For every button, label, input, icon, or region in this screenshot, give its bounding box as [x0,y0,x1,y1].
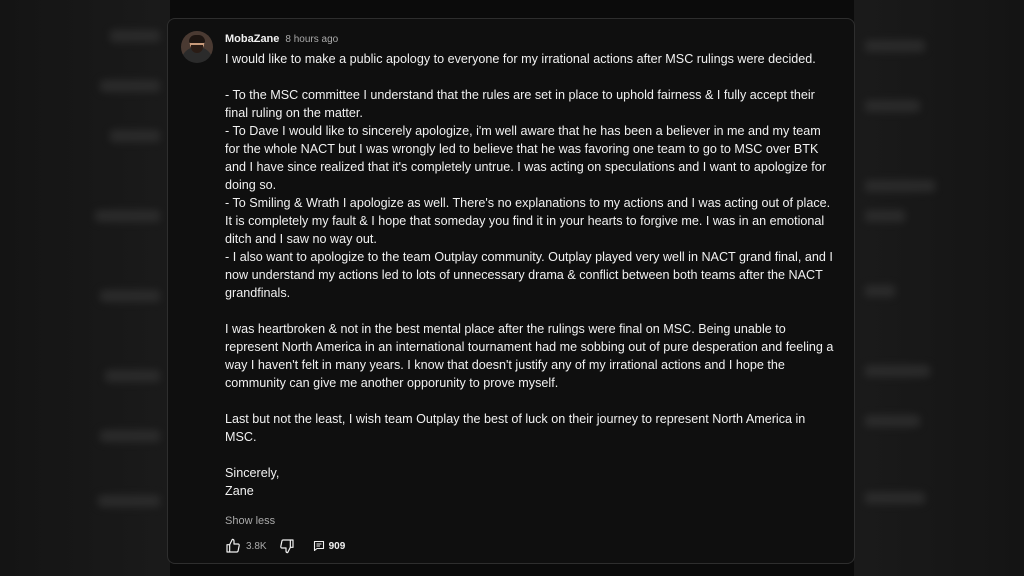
blurred-text [865,40,925,52]
blurred-text [100,290,160,302]
blurred-text [110,30,160,42]
blurred-text [105,370,160,382]
avatar-hair [189,35,205,43]
comment-paragraph: Last but not the least, I wish team Outp… [225,412,806,444]
comment-timestamp[interactable]: 8 hours ago [285,34,338,45]
like-button[interactable] [225,538,241,554]
avatar[interactable] [181,31,213,63]
blurred-text [95,210,160,222]
show-less-button[interactable]: Show less [225,515,275,527]
comment-header: MobaZane 8 hours ago [225,33,338,45]
comment-paragraph: - To Smiling & Wrath I apologize as well… [225,196,831,246]
comment-paragraph: I was heartbroken & not in the best ment… [225,322,834,390]
comment-card: MobaZane 8 hours ago I would like to mak… [167,18,855,564]
comment-signature: Zane [225,484,254,498]
blurred-text [100,430,160,442]
avatar-beard [191,45,203,53]
reply-button[interactable]: 909 [313,540,346,552]
blurred-text [865,100,920,112]
blurred-text [865,210,905,222]
comment-paragraph: - To Dave I would like to sincerely apol… [225,124,826,192]
comment-paragraph: - I also want to apologize to the team O… [225,250,833,300]
blurred-text [865,365,930,377]
comment-body: I would like to make a public apology to… [225,50,835,500]
blurred-text [865,285,895,297]
comment-paragraph: - To the MSC committee I understand that… [225,88,815,120]
comment-paragraph: I would like to make a public apology to… [225,52,816,66]
blurred-text [865,492,925,504]
reply-count: 909 [328,540,346,552]
blurred-text [865,180,935,192]
blurred-text [110,130,160,142]
blurred-text [100,80,160,92]
author-name[interactable]: MobaZane [225,33,279,45]
dislike-button[interactable] [279,538,295,554]
comment-actions: 3.8K 909 [225,538,345,554]
thumbs-up-icon [225,538,241,554]
blurred-text [98,495,160,507]
comment-icon [313,540,325,552]
comment-signoff: Sincerely, [225,466,280,480]
thumbs-down-icon [279,538,295,554]
like-count: 3.8K [246,540,267,552]
blurred-text [865,415,920,427]
